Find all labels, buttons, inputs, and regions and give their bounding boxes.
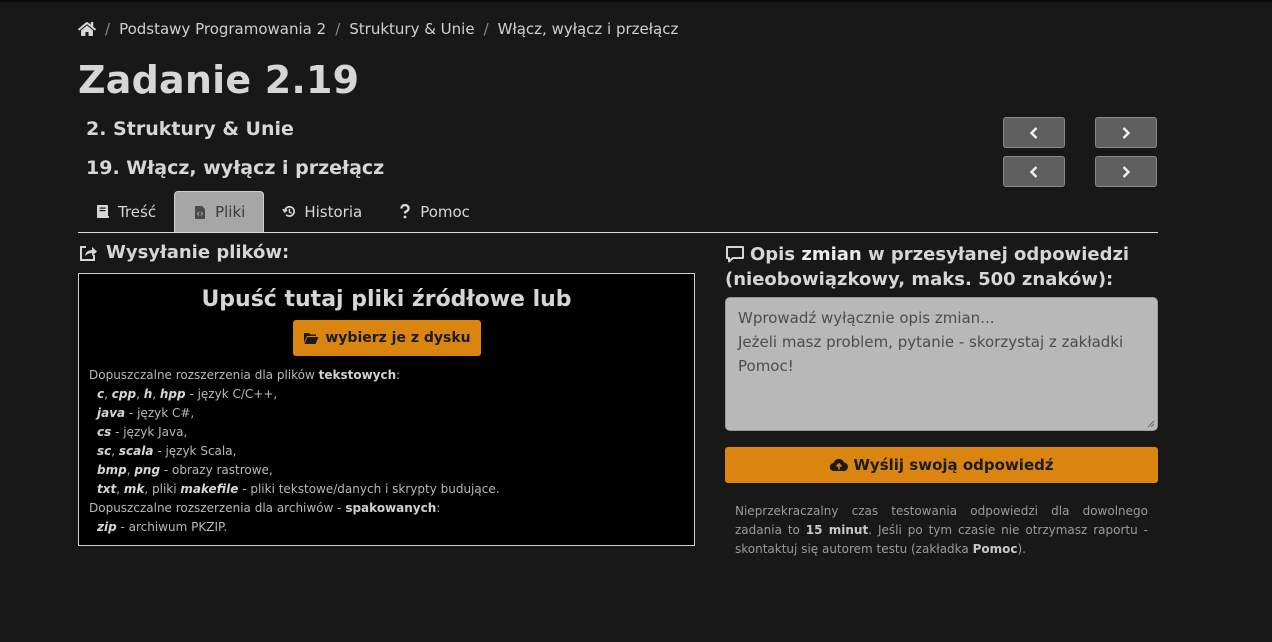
share-square-icon [80,245,97,261]
textarea-placeholder-line: Jeżeli masz problem, pytanie - skorzysta… [738,333,1124,375]
chevron-left-icon [1029,165,1038,178]
comment-icon [726,246,744,263]
extension-row: sc, scala - język Scala, [97,444,237,458]
extension-row: java - język C#, [97,406,195,420]
breadcrumb-separator: / [335,20,341,38]
send-answer-label: Wyślij swoją odpowiedź [853,456,1054,474]
breadcrumb-section[interactable]: Struktury & Unie [349,20,474,38]
dropzone-title: Upuść tutaj pliki źródłowe lub [201,287,572,312]
next-task-button[interactable] [1095,156,1157,187]
textarea-placeholder-line: Wprowadź wyłącznie opis zmian... [738,309,995,327]
tab-label: Pomoc [420,202,470,221]
folder-open-icon [304,333,319,344]
cloud-upload-icon [830,458,849,472]
breadcrumb-course[interactable]: Podstawy Programowania 2 [119,20,326,38]
prev-task-button[interactable] [1003,156,1065,187]
extension-row: zip - archiwum PKZIP. [97,520,228,534]
question-icon [400,204,410,219]
home-icon[interactable] [78,21,96,37]
extension-row: cs - język Java, [97,425,188,439]
prev-section-button[interactable] [1003,117,1065,148]
archive-intro: Dopuszczalne rozszerzenia dla archiwów -… [89,501,441,515]
tab-label: Treść [118,202,157,221]
breadcrumb-separator: / [105,20,111,38]
chevron-right-icon [1122,165,1131,178]
history-icon [282,205,296,217]
extension-list: Dopuszczalne rozszerzenia dla plików tek… [89,366,500,537]
tab-label: Historia [304,202,363,221]
choose-files-label: wybierz je z dysku [325,330,471,346]
upload-heading: Wysyłanie plików: [78,242,289,263]
timeout-note: Nieprzekraczalny czas testowania odpowie… [735,504,1148,556]
upload-heading-text: Wysyłanie plików: [106,242,290,263]
extension-row: bmp, png - obrazy rastrowe, [97,463,273,477]
breadcrumb-separator: / [483,20,489,38]
tab-pomoc[interactable]: Pomoc [380,191,488,232]
extension-row: c, cpp, h, hpp - język C/C++, [97,387,278,401]
breadcrumb: / Podstawy Programowania 2 / Struktury &… [78,18,678,40]
resize-grip-icon[interactable] [1146,419,1155,428]
next-section-button[interactable] [1095,117,1157,148]
tab-pliki[interactable]: Pliki [174,191,265,232]
choose-files-button[interactable]: wybierz je z dysku [293,320,481,356]
file-code-icon [195,205,206,219]
description-textarea[interactable]: Wprowadź wyłącznie opis zmian... Jeżeli … [725,297,1158,431]
chevron-left-icon [1029,126,1038,139]
page-title: Zadanie 2.19 [78,58,360,102]
extension-row: txt, mk, pliki makefile - pliki tekstowe… [97,482,500,496]
tab-bar: Treść Pliki Historia Pomoc [78,191,1158,233]
chevron-right-icon [1122,126,1131,139]
tab-label: Pliki [215,203,246,221]
tab-historia[interactable]: Historia [264,191,380,232]
description-heading: Opis zmian w przesyłanej odpowiedzi (nie… [725,244,1130,290]
breadcrumb-task: Włącz, wyłącz i przełącz [497,20,679,38]
tab-tresc[interactable]: Treść [78,191,174,232]
book-icon [97,205,109,218]
send-answer-button[interactable]: Wyślij swoją odpowiedź [725,447,1158,483]
extension-intro: Dopuszczalne rozszerzenia dla plików tek… [89,368,401,382]
task-name: 19. Włącz, wyłącz i przełącz [86,157,385,179]
section-name: 2. Struktury & Unie [86,118,294,140]
file-dropzone[interactable]: Upuść tutaj pliki źródłowe lub wybierz j… [78,273,695,546]
